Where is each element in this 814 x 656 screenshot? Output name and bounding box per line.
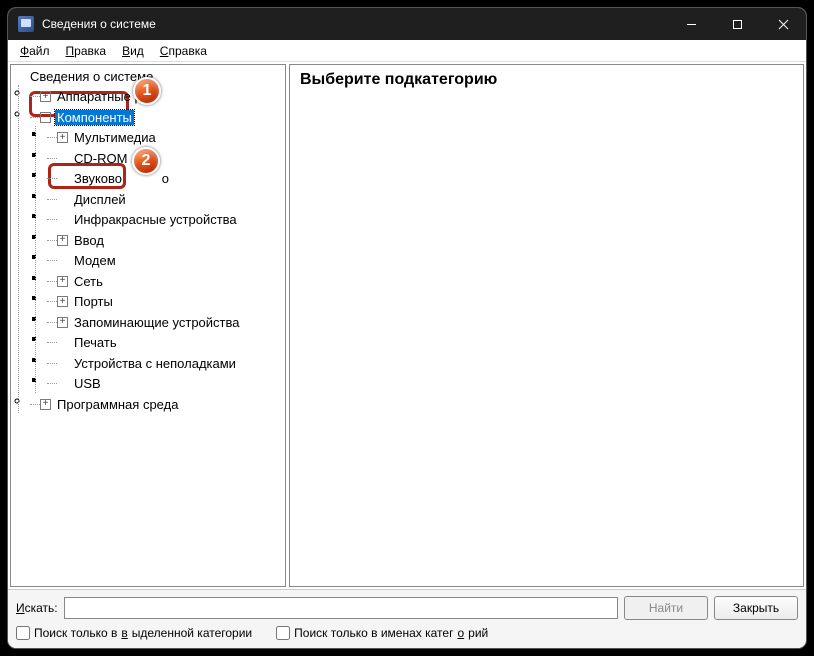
tree-audio[interactable]: Звуково о [47,170,283,188]
tree-infrared[interactable]: Инфракрасные устройства [47,211,283,229]
tree-ports[interactable]: +Порты [47,293,283,311]
tree-printing[interactable]: Печать [47,334,283,352]
tree-usb[interactable]: USB [47,375,283,393]
tree-components[interactable]: −Компоненты [30,108,283,126]
app-icon [18,16,34,32]
tree-problem-devices[interactable]: Устройства с неполадками [47,354,283,372]
detail-heading: Выберите подкатегорию [300,71,793,89]
tree-software-env[interactable]: +Программная среда [30,395,283,413]
tree-multimedia[interactable]: +Мультимедиа [47,129,283,147]
menu-file[interactable]: Файл [14,42,56,60]
search-label: Искать: [16,601,58,615]
tree-storage[interactable]: +Запоминающие устройства [47,313,283,331]
close-search-button[interactable]: Закрыть [714,596,798,620]
detail-pane: Выберите подкатегорию [289,64,804,587]
tree-pane[interactable]: 1 2 Сведения о системе +Аппаратные р −Ко… [10,64,286,587]
menu-edit[interactable]: Правка [60,42,113,60]
callout-1: 1 [133,77,161,105]
window: Сведения о системе Файл Правка Вид Справ… [8,8,806,648]
tree-display[interactable]: Дисплей [47,190,283,208]
menubar: Файл Правка Вид Справка [8,40,806,62]
menu-view[interactable]: Вид [116,42,150,60]
menu-help[interactable]: Справка [154,42,213,60]
window-title: Сведения о системе [42,17,668,31]
close-button[interactable] [760,8,806,40]
tree-input[interactable]: +Ввод [47,231,283,249]
only-names-checkbox[interactable]: Поиск только в именах категорий [276,626,488,640]
maximize-button[interactable] [714,8,760,40]
find-button[interactable]: Найти [624,596,708,620]
tree-network[interactable]: +Сеть [47,272,283,290]
minimize-button[interactable] [668,8,714,40]
callout-2: 2 [132,147,160,175]
only-selected-checkbox[interactable]: Поиск только в выделенной категории [16,626,252,640]
titlebar[interactable]: Сведения о системе [8,8,806,40]
search-panel: Искать: Найти Закрыть Поиск только в выд… [8,589,806,648]
search-input[interactable] [64,597,618,619]
tree-cdrom[interactable]: CD-ROM [47,149,283,167]
tree-modem[interactable]: Модем [47,252,283,270]
